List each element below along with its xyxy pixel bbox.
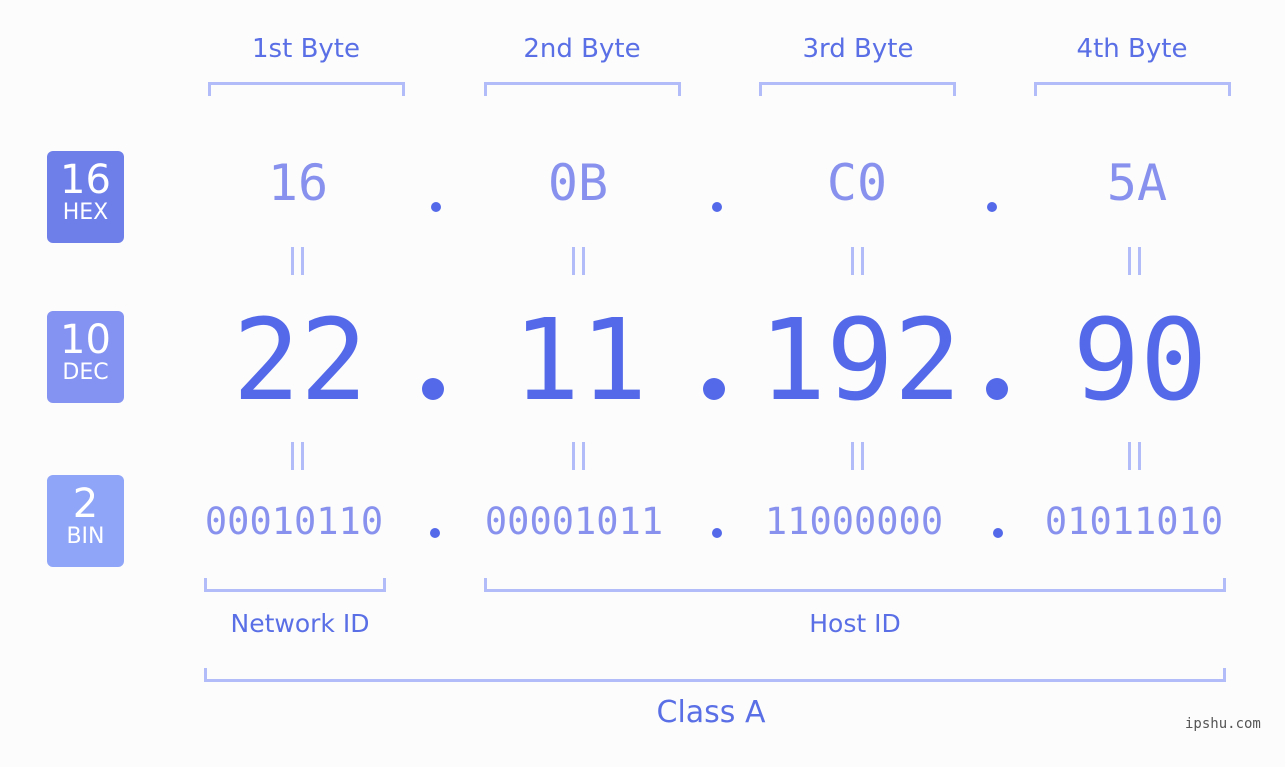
class-label: Class A	[656, 695, 766, 730]
byte-header-3: 3rd Byte	[802, 34, 914, 64]
dec-separator-dot-3	[986, 378, 1008, 400]
network-id-label: Network ID	[230, 609, 370, 638]
bin-separator-dot-1	[430, 528, 440, 538]
bin-badge-number: 2	[72, 481, 99, 527]
bin-value-1: 00010110	[204, 500, 384, 543]
byte-header-4: 4th Byte	[1076, 34, 1188, 64]
equals-icon	[1128, 442, 1142, 470]
dec-value-1: 22	[232, 296, 368, 426]
equals-icon	[1128, 247, 1142, 275]
byte-bracket-2	[484, 82, 681, 96]
dec-badge-label: DEC	[62, 360, 109, 385]
equals-icon	[851, 442, 865, 470]
hex-separator-dot-1	[431, 202, 441, 212]
dec-value-4: 90	[1072, 296, 1208, 426]
bin-value-2: 00001011	[484, 500, 664, 543]
dec-badge-number: 10	[60, 317, 111, 363]
network-id-bracket	[204, 578, 386, 592]
dec-separator-dot-1	[422, 378, 444, 400]
hex-badge: 16 HEX	[47, 151, 124, 243]
hex-badge-label: HEX	[62, 200, 109, 225]
bin-badge: 2 BIN	[47, 475, 124, 567]
byte-header-1: 1st Byte	[252, 34, 360, 64]
bin-value-4: 01011010	[1044, 500, 1224, 543]
hex-value-3: C0	[826, 154, 888, 212]
hex-value-2: 0B	[547, 154, 609, 212]
equals-icon	[851, 247, 865, 275]
class-bracket	[204, 668, 1226, 682]
bin-separator-dot-2	[712, 528, 722, 538]
equals-icon	[572, 442, 586, 470]
hex-badge-number: 16	[60, 157, 111, 203]
host-id-label: Host ID	[809, 609, 901, 638]
host-id-bracket	[484, 578, 1226, 592]
hex-value-1: 16	[267, 154, 329, 212]
byte-header-2: 2nd Byte	[523, 34, 641, 64]
hex-separator-dot-2	[712, 202, 722, 212]
hex-value-4: 5A	[1106, 154, 1168, 212]
bin-value-3: 11000000	[764, 500, 944, 543]
bin-badge-label: BIN	[66, 524, 105, 549]
bin-separator-dot-3	[993, 528, 1003, 538]
watermark: ipshu.com	[1185, 716, 1261, 732]
equals-icon	[291, 247, 305, 275]
hex-separator-dot-3	[987, 202, 997, 212]
dec-value-2: 11	[512, 296, 648, 426]
equals-icon	[291, 442, 305, 470]
byte-bracket-4	[1034, 82, 1231, 96]
byte-bracket-3	[759, 82, 956, 96]
dec-value-3: 192	[758, 296, 962, 426]
dec-separator-dot-2	[703, 378, 725, 400]
equals-icon	[572, 247, 586, 275]
dec-badge: 10 DEC	[47, 311, 124, 403]
byte-bracket-1	[208, 82, 405, 96]
